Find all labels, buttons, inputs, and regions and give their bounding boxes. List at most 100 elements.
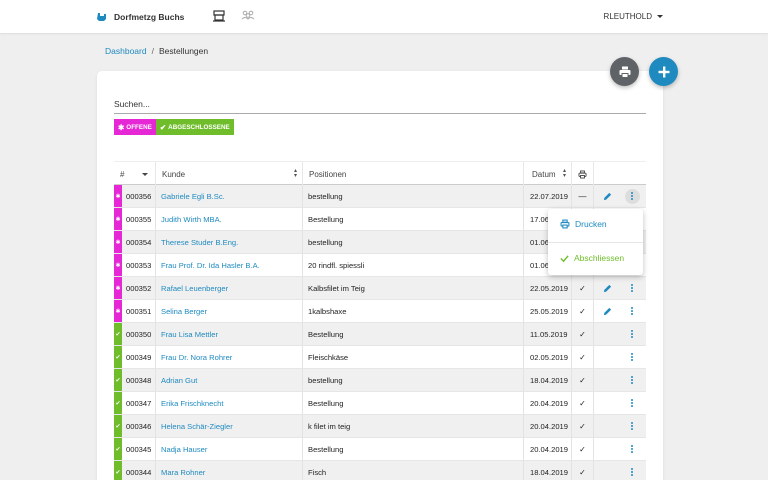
row-menu-button[interactable] <box>622 461 642 480</box>
logo-icon <box>97 13 106 21</box>
customer-link[interactable]: Frau Lisa Mettler <box>161 330 218 339</box>
brand[interactable]: Dorfmetzg Buchs <box>96 10 184 24</box>
pencil-icon <box>603 284 611 292</box>
user-menu[interactable]: RLEUTHOLD <box>604 12 663 21</box>
printer-icon <box>560 219 570 229</box>
table-row[interactable]: ✔ 000344 Mara Rohner Fisch 18.04.2019 ✓ <box>114 461 646 480</box>
customer-link[interactable]: Nadja Hauser <box>161 445 207 454</box>
table-row[interactable]: ✱ 000352 Rafael Leuenberger Kalbsfilet im T… <box>114 277 646 300</box>
top-navbar: Dorfmetzg Buchs RLEUTHOLD <box>0 0 768 33</box>
header-number[interactable]: # <box>114 162 156 186</box>
filter-closed-button[interactable]: ✔ ABGESCHLOSSENE <box>155 119 234 135</box>
customer-cell: Judith Wirth MBA. <box>156 208 303 230</box>
positions-cell: bestellung <box>303 231 524 253</box>
table-row[interactable]: ✔ 000347 Erika Frischknecht Bestellung 20.04… <box>114 392 646 415</box>
order-number: 000348 <box>122 369 156 391</box>
edit-button[interactable] <box>594 185 620 207</box>
row-menu-button[interactable] <box>622 323 642 345</box>
customer-link[interactable]: Therese Studer B.Eng. <box>161 238 238 247</box>
row-menu-button[interactable] <box>622 300 642 322</box>
caret-down-icon <box>657 15 663 18</box>
header-date[interactable]: Datum ▴ ▾ <box>524 162 572 186</box>
breadcrumb-dashboard-link[interactable]: Dashboard <box>105 46 147 56</box>
customer-cell: Frau Dr. Nora Rohrer <box>156 346 303 368</box>
row-menu-button[interactable] <box>622 392 642 414</box>
customer-link[interactable]: Gabriele Egli B.Sc. <box>161 192 225 201</box>
menu-close-order-label: Abschliessen <box>574 253 625 263</box>
customer-cell: Selina Berger <box>156 300 303 322</box>
status-open-indicator: ✱ <box>114 277 122 299</box>
date-cell: 18.04.2019 <box>524 369 572 391</box>
customer-link[interactable]: Judith Wirth MBA. <box>161 215 222 224</box>
filter-open-button[interactable]: ✱ OFFENE <box>114 119 156 135</box>
printed-status: ✓ <box>572 346 594 368</box>
table-row[interactable]: ✱ 000356 Gabriele Egli B.Sc. bestellung 22.0… <box>114 185 646 208</box>
date-cell: 22.05.2019 <box>524 277 572 299</box>
row-menu-button[interactable] <box>622 438 642 460</box>
table-row[interactable]: ✔ 000346 Helena Schär-Ziegler k filet im te… <box>114 415 646 438</box>
printer-icon <box>578 170 587 178</box>
status-open-indicator: ✱ <box>114 254 122 276</box>
print-fab-button[interactable] <box>610 57 639 86</box>
customer-link[interactable]: Frau Dr. Nora Rohrer <box>161 353 232 362</box>
search-input[interactable] <box>114 95 646 114</box>
positions-cell: bestellung <box>303 369 524 391</box>
customer-link[interactable]: Rafael Leuenberger <box>161 284 228 293</box>
row-menu-button[interactable] <box>622 346 642 368</box>
status-closed-indicator: ✔ <box>114 392 122 414</box>
sort-icon: ▴ ▾ <box>562 168 566 179</box>
printed-status: ✓ <box>572 438 594 460</box>
status-closed-indicator: ✔ <box>114 415 122 437</box>
table-row[interactable]: ✔ 000348 Adrian Gut bestellung 18.04.2019 ✓ <box>114 369 646 392</box>
more-vertical-icon <box>630 467 634 477</box>
more-vertical-icon <box>630 375 634 385</box>
date-cell: 02.05.2019 <box>524 346 572 368</box>
row-menu-button[interactable] <box>622 369 642 391</box>
date-cell: 20.04.2019 <box>524 392 572 414</box>
customer-link[interactable]: Adrian Gut <box>161 376 197 385</box>
add-order-button[interactable] <box>649 57 678 86</box>
customer-link[interactable]: Erika Frischknecht <box>161 399 223 408</box>
more-vertical-icon <box>630 398 634 408</box>
positions-cell: 1kalbshaxe <box>303 300 524 322</box>
users-icon[interactable] <box>241 9 255 23</box>
positions-cell: Kalbsfilet im Teig <box>303 277 524 299</box>
customer-cell: Frau Prof. Dr. Ida Hasler B.A. <box>156 254 303 276</box>
customer-link[interactable]: Selina Berger <box>161 307 207 316</box>
more-vertical-icon <box>630 444 634 454</box>
row-action-menu: Drucken Abschliessen <box>548 209 643 275</box>
positions-cell: Bestellung <box>303 208 524 230</box>
status-open-indicator: ✱ <box>114 185 122 207</box>
status-closed-indicator: ✔ <box>114 461 122 480</box>
shop-icon[interactable] <box>212 9 226 23</box>
menu-close-order-item[interactable]: Abschliessen <box>548 245 643 271</box>
sort-desc-icon <box>142 172 149 176</box>
order-number: 000347 <box>122 392 156 414</box>
row-menu-button[interactable] <box>622 185 642 207</box>
menu-print-item[interactable]: Drucken <box>548 211 643 237</box>
menu-print-label: Drucken <box>575 219 607 229</box>
header-number-label: # <box>120 169 125 179</box>
more-vertical-icon <box>630 329 634 339</box>
customer-cell: Nadja Hauser <box>156 438 303 460</box>
customer-link[interactable]: Mara Rohner <box>161 468 205 477</box>
customer-link[interactable]: Helena Schär-Ziegler <box>161 422 233 431</box>
customer-link[interactable]: Frau Prof. Dr. Ida Hasler B.A. <box>161 261 260 270</box>
edit-button[interactable] <box>594 300 620 322</box>
table-row[interactable]: ✔ 000349 Frau Dr. Nora Rohrer Fleischkäse 02… <box>114 346 646 369</box>
edit-button[interactable] <box>594 277 620 299</box>
table-row[interactable]: ✱ 000351 Selina Berger 1kalbshaxe 25.05.2019… <box>114 300 646 323</box>
customer-cell: Helena Schär-Ziegler <box>156 415 303 437</box>
order-number: 000352 <box>122 277 156 299</box>
printed-status: ✓ <box>572 323 594 345</box>
header-customer[interactable]: Kunde ▴ ▾ <box>156 162 303 186</box>
status-closed-indicator: ✔ <box>114 438 122 460</box>
date-cell: 25.05.2019 <box>524 300 572 322</box>
table-row[interactable]: ✔ 000350 Frau Lisa Mettler Bestellung 11.05.… <box>114 323 646 346</box>
table-row[interactable]: ✔ 000345 Nadja Hauser Bestellung 20.04.2019 ✓ <box>114 438 646 461</box>
row-menu-button[interactable] <box>622 415 642 437</box>
status-open-indicator: ✱ <box>114 300 122 322</box>
row-menu-button[interactable] <box>622 277 642 299</box>
status-open-indicator: ✱ <box>114 231 122 253</box>
breadcrumb-separator: / <box>151 46 154 56</box>
